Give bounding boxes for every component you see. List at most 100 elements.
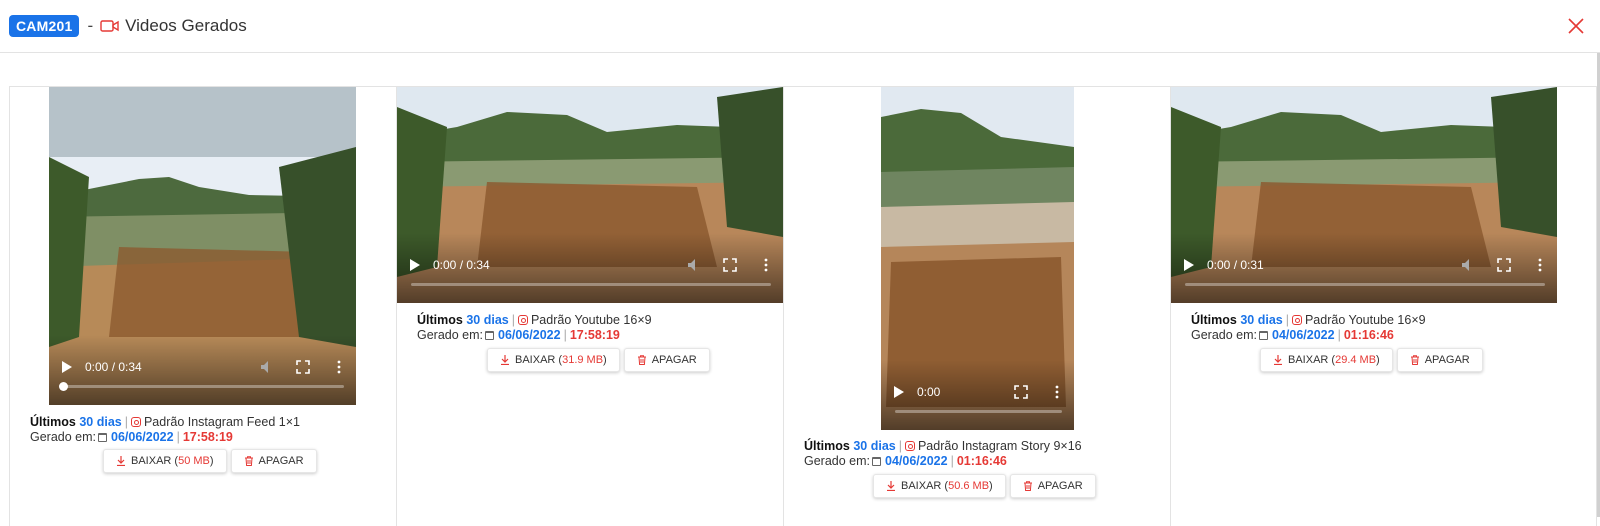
instagram-icon <box>1291 315 1302 325</box>
progress-bar[interactable] <box>895 410 1062 413</box>
video-card: 0:00 Últimos 30 dias | Padrão Instagram St… <box>784 87 1171 526</box>
generated-label: Gerado em: <box>417 328 484 342</box>
download-label: BAIXAR ( <box>901 480 949 492</box>
volume-icon[interactable] <box>687 258 701 272</box>
progress-knob[interactable] <box>59 382 68 391</box>
more-options-icon[interactable] <box>1533 258 1547 272</box>
calendar-icon <box>872 457 882 466</box>
period-value: 30 dias <box>79 415 122 429</box>
download-icon <box>1274 355 1282 365</box>
video-info: Últimos 30 dias | Padrão Instagram Story 9… <box>804 439 1082 468</box>
file-size: 50.6 MB <box>948 480 990 492</box>
file-size: 50 MB <box>178 455 210 467</box>
more-options-icon[interactable] <box>1050 385 1064 399</box>
download-label: BAIXAR ( <box>131 455 179 467</box>
title-separator: - <box>87 16 94 35</box>
progress-bar[interactable] <box>1185 283 1545 286</box>
video-player[interactable]: 0:00 / 0:34 <box>397 87 783 303</box>
download-close: ) <box>603 354 607 366</box>
period-prefix: Últimos <box>30 415 76 429</box>
calendar-icon <box>1259 331 1269 340</box>
delete-button[interactable]: APAGAR <box>1009 474 1096 498</box>
instagram-icon <box>517 315 528 325</box>
video-player[interactable]: 0:00 / 0:34 <box>49 87 356 405</box>
volume-icon[interactable] <box>260 360 274 374</box>
download-icon <box>887 481 895 491</box>
video-info: Últimos 30 dias | Padrão Youtube 16×9 Gera… <box>417 313 652 342</box>
download-button[interactable]: BAIXAR (50 MB) <box>103 449 227 473</box>
more-options-icon[interactable] <box>332 360 346 374</box>
modal-header: CAM201 - Videos Gerados <box>0 0 1600 53</box>
modal-title: Videos Gerados <box>125 16 247 35</box>
video-time: 0:00 / 0:34 <box>433 258 490 272</box>
trash-icon <box>244 456 253 466</box>
format-label: Padrão Instagram Feed 1×1 <box>143 415 300 429</box>
calendar-icon <box>98 433 108 442</box>
download-icon <box>117 456 125 466</box>
camera-badge: CAM201 <box>9 15 80 37</box>
video-controls: 0:00 / 0:31 <box>1171 233 1557 303</box>
trash-icon <box>637 355 646 365</box>
instagram-icon <box>904 441 915 451</box>
delete-button[interactable]: APAGAR <box>623 348 710 372</box>
file-size: 31.9 MB <box>562 354 604 366</box>
fullscreen-icon[interactable] <box>723 258 737 272</box>
fullscreen-icon[interactable] <box>1014 385 1028 399</box>
generated-time: 17:58:19 <box>569 328 620 342</box>
period-value: 30 dias <box>1240 313 1283 327</box>
video-controls: 0:00 / 0:34 <box>49 335 356 405</box>
close-icon[interactable] <box>1566 16 1586 36</box>
calendar-icon <box>485 331 495 340</box>
delete-label: APAGAR <box>258 455 304 467</box>
video-card: 0:00 / 0:34 Últimos 30 dias | Padrão Insta… <box>10 87 397 526</box>
download-button[interactable]: BAIXAR (29.4 MB) <box>1260 348 1393 372</box>
generated-date: 04/06/2022 <box>885 454 948 468</box>
file-size: 29.4 MB <box>1335 354 1377 366</box>
video-card: 0:00 / 0:34 Últimos 30 dias | Padrão Youtu… <box>397 87 784 526</box>
generated-time: 17:58:19 <box>182 430 233 444</box>
format-label: Padrão Youtube 16×9 <box>1304 313 1426 327</box>
video-card: 0:00 / 0:31 Últimos 30 dias | Padrão Youtu… <box>1171 87 1584 526</box>
download-icon <box>501 355 509 365</box>
download-close: ) <box>989 480 993 492</box>
more-options-icon[interactable] <box>759 258 773 272</box>
generated-label: Gerado em: <box>804 454 871 468</box>
period-value: 30 dias <box>466 313 509 327</box>
period-prefix: Últimos <box>1191 313 1237 327</box>
progress-bar[interactable] <box>411 283 771 286</box>
format-label: Padrão Instagram Story 9×16 <box>917 439 1082 453</box>
video-time: 0:00 / 0:34 <box>85 360 142 374</box>
generated-date: 04/06/2022 <box>1272 328 1335 342</box>
delete-button[interactable]: APAGAR <box>230 449 317 473</box>
delete-label: APAGAR <box>1424 354 1470 366</box>
volume-icon[interactable] <box>1461 258 1475 272</box>
download-button[interactable]: BAIXAR (31.9 MB) <box>487 348 620 372</box>
instagram-icon <box>130 417 141 427</box>
delete-label: APAGAR <box>651 354 697 366</box>
period-prefix: Últimos <box>804 439 850 453</box>
download-button[interactable]: BAIXAR (50.6 MB) <box>873 474 1006 498</box>
video-player[interactable]: 0:00 / 0:31 <box>1171 87 1557 303</box>
period-value: 30 dias <box>853 439 896 453</box>
download-close: ) <box>209 455 214 467</box>
generated-time: 01:16:46 <box>956 454 1007 468</box>
generated-date: 06/06/2022 <box>498 328 561 342</box>
play-icon[interactable] <box>1183 259 1195 271</box>
play-icon[interactable] <box>409 259 421 271</box>
trash-icon <box>1023 481 1032 491</box>
progress-bar[interactable] <box>59 382 344 391</box>
video-player[interactable]: 0:00 <box>881 87 1074 430</box>
generated-label: Gerado em: <box>1191 328 1258 342</box>
play-icon[interactable] <box>61 361 73 373</box>
format-label: Padrão Youtube 16×9 <box>530 313 652 327</box>
video-time: 0:00 <box>917 385 941 399</box>
generated-time: 01:16:46 <box>1343 328 1394 342</box>
generated-date: 06/06/2022 <box>111 430 174 444</box>
video-info: Últimos 30 dias | Padrão Youtube 16×9 Gera… <box>1191 313 1426 342</box>
videos-grid: 0:00 / 0:34 Últimos 30 dias | Padrão Insta… <box>9 86 1597 526</box>
delete-button[interactable]: APAGAR <box>1396 348 1483 372</box>
fullscreen-icon[interactable] <box>296 360 310 374</box>
play-icon[interactable] <box>893 386 905 398</box>
download-close: ) <box>1376 354 1380 366</box>
fullscreen-icon[interactable] <box>1497 258 1511 272</box>
